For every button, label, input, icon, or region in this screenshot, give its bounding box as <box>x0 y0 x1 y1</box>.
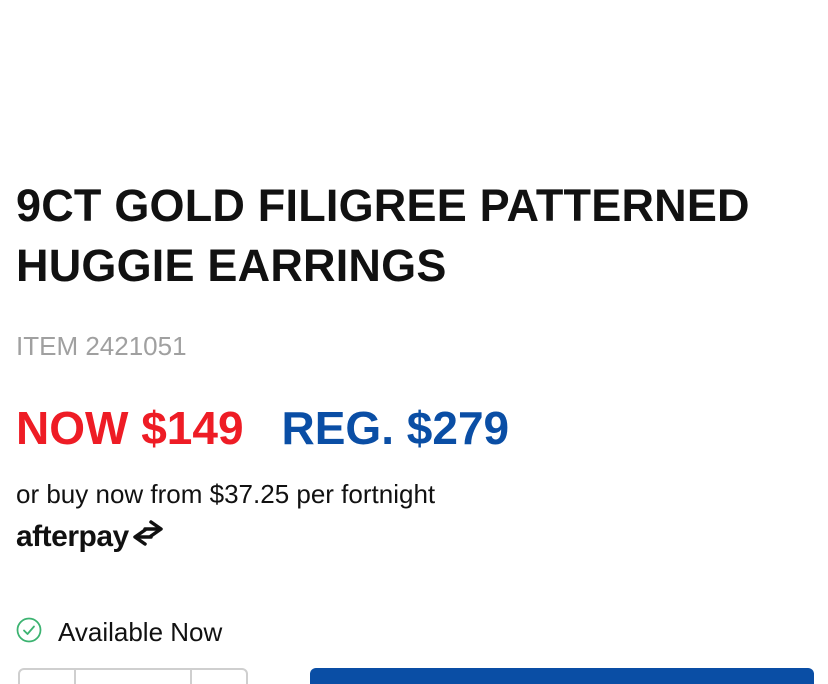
product-title: 9CT GOLD FILIGREE PATTERNED HUGGIE EARRI… <box>16 180 750 291</box>
price-row: NOW $149 REG. $279 <box>16 400 509 456</box>
add-to-cart-button[interactable] <box>310 668 814 684</box>
quantity-input[interactable] <box>76 670 190 684</box>
availability-label: Available Now <box>58 617 223 647</box>
quantity-stepper[interactable] <box>18 668 248 684</box>
item-number: ITEM 2421051 <box>16 331 187 361</box>
afterpay-installment-text: or buy now from $37.25 per fortnight <box>16 479 436 509</box>
afterpay-logo[interactable]: afterpay <box>16 520 165 554</box>
quantity-decrease-button[interactable] <box>20 670 76 684</box>
afterpay-arrows-icon <box>129 518 165 556</box>
sale-price: NOW $149 <box>16 402 244 454</box>
availability-status: Available Now <box>16 616 222 648</box>
check-circle-icon <box>16 617 42 648</box>
afterpay-logo-text: afterpay <box>16 520 129 553</box>
product-page: 9CT GOLD FILIGREE PATTERNED HUGGIE EARRI… <box>0 0 828 684</box>
quantity-increase-button[interactable] <box>190 670 246 684</box>
regular-price: REG. $279 <box>281 402 510 454</box>
